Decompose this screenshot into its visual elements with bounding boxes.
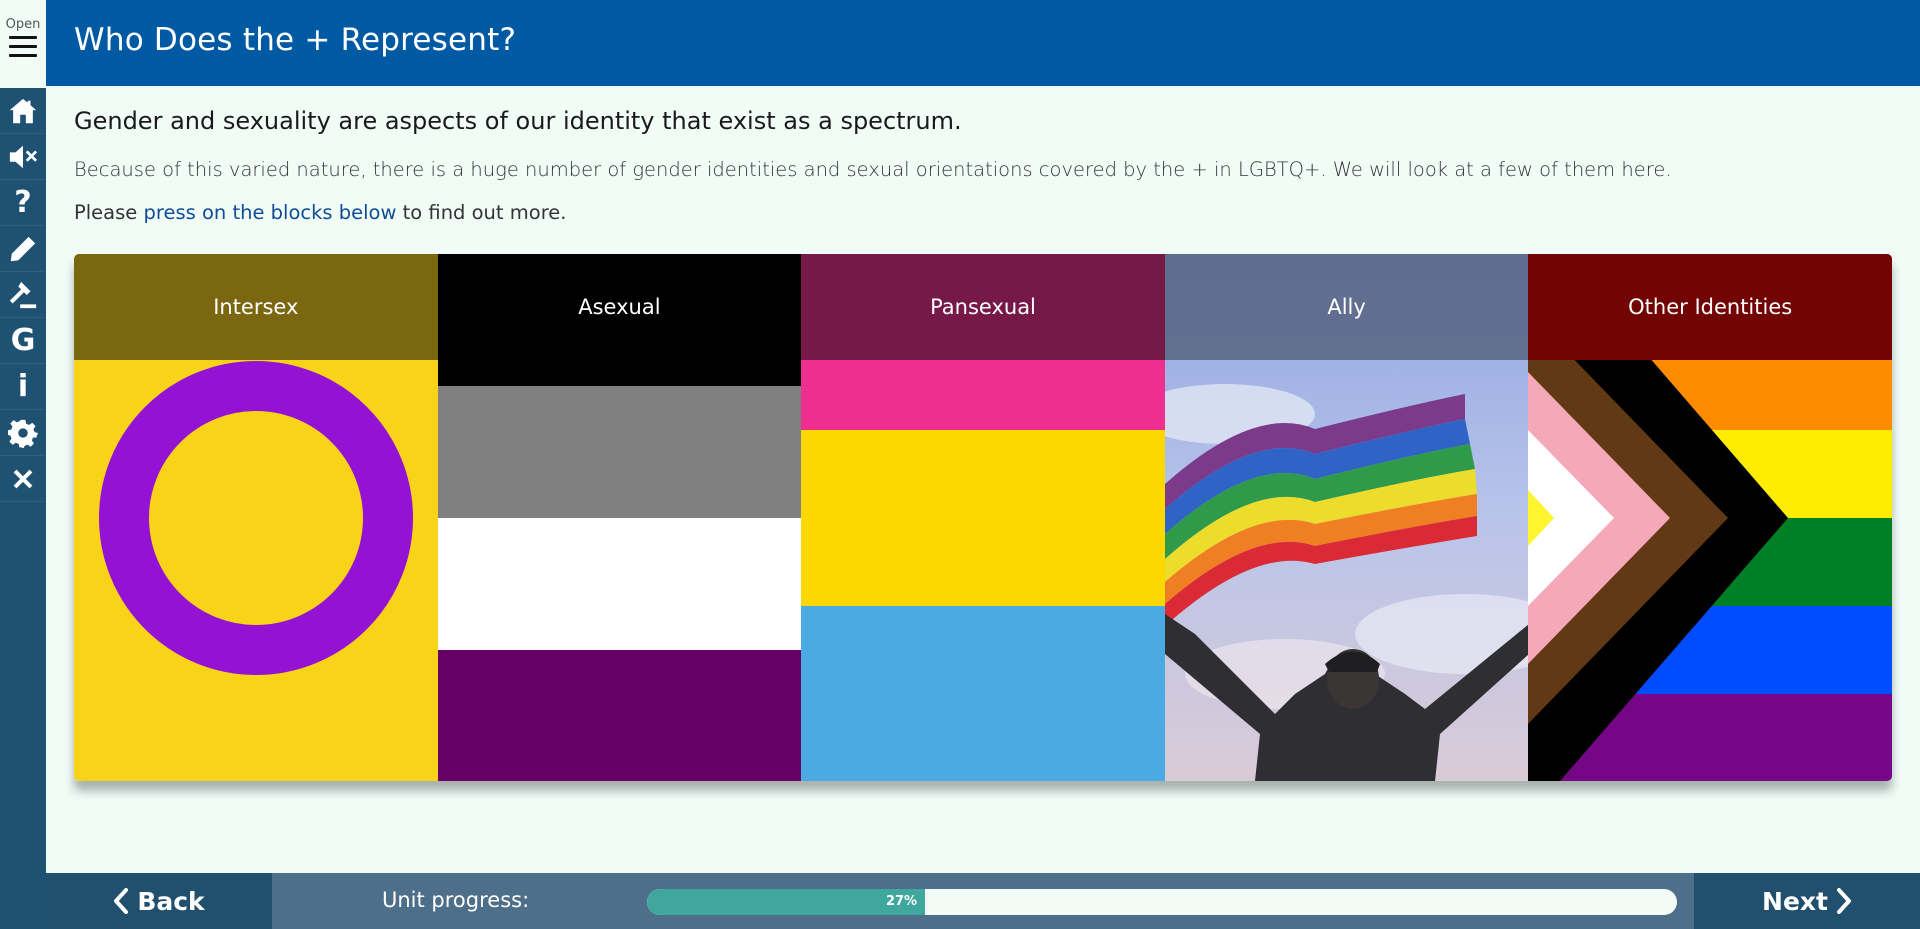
identity-blocks: Intersex Asexual Pansexual Ally Other Id…	[74, 254, 1892, 781]
settings-button[interactable]	[0, 410, 46, 456]
block-label: Pansexual	[801, 254, 1165, 360]
flag-stripe	[437, 518, 802, 650]
footer: Back Unit progress: 27% Next	[46, 873, 1920, 929]
block-pansexual[interactable]: Pansexual	[801, 254, 1165, 781]
block-label: Other Identities	[1528, 254, 1892, 360]
home-icon	[9, 98, 37, 123]
instruction-link: press on the blocks below	[143, 201, 397, 224]
block-other-identities[interactable]: Other Identities	[1528, 254, 1892, 781]
progress-label: Unit progress:	[382, 888, 530, 912]
gavel-icon	[9, 281, 37, 308]
home-button[interactable]	[0, 88, 46, 134]
close-icon	[13, 469, 33, 488]
block-ally[interactable]: Ally	[1164, 254, 1529, 781]
sidebar-icon-list: ? G i	[0, 88, 46, 502]
info-icon: i	[17, 368, 29, 404]
next-button[interactable]: Next	[1694, 873, 1920, 929]
flag-stripe	[801, 430, 1165, 606]
lead-heading: Gender and sexuality are aspects of our …	[74, 107, 962, 135]
intro-paragraph: Because of this varied nature, there is …	[74, 158, 1672, 181]
hamburger-icon	[9, 36, 37, 57]
instruction-post: to find out more.	[396, 201, 567, 224]
block-label: Intersex	[74, 254, 438, 360]
block-intersex[interactable]: Intersex	[74, 254, 438, 781]
progress-percentage: 27%	[885, 894, 918, 909]
settings-icon	[8, 419, 38, 448]
next-label: Next	[1762, 886, 1828, 916]
header: Who Does the + Represent?	[46, 0, 1920, 86]
page-title: Who Does the + Represent?	[74, 22, 517, 58]
info-button[interactable]: i	[0, 364, 46, 410]
notes-button[interactable]	[0, 226, 46, 272]
flag-stripe	[801, 606, 1165, 781]
help-button[interactable]: ?	[0, 180, 46, 226]
flag-stripe	[437, 386, 802, 518]
block-asexual[interactable]: Asexual	[437, 254, 802, 781]
pencil-icon	[10, 236, 36, 261]
glossary-icon: G	[10, 322, 36, 358]
back-label: Back	[137, 886, 205, 916]
instruction-paragraph: Please press on the blocks below to find…	[74, 201, 566, 224]
progress-fill: 27%	[647, 889, 926, 915]
open-menu-label: Open	[5, 17, 41, 32]
gavel-button[interactable]	[0, 272, 46, 318]
glossary-button[interactable]: G	[0, 318, 46, 364]
open-menu-button[interactable]: Open	[0, 0, 46, 88]
mute-icon	[9, 145, 38, 168]
chevron-right-icon	[1836, 888, 1851, 914]
flag-stripe	[437, 650, 802, 781]
help-icon: ?	[14, 184, 32, 220]
progress-bar: 27%	[647, 889, 1677, 915]
sidebar: Open ? G i	[0, 0, 46, 929]
instruction-pre: Please	[74, 201, 144, 224]
chevron-left-icon	[114, 888, 129, 914]
close-button[interactable]	[0, 456, 46, 502]
back-button[interactable]: Back	[46, 873, 272, 929]
mute-button[interactable]	[0, 134, 46, 180]
block-label: Ally	[1164, 254, 1529, 360]
block-label: Asexual	[437, 254, 802, 360]
